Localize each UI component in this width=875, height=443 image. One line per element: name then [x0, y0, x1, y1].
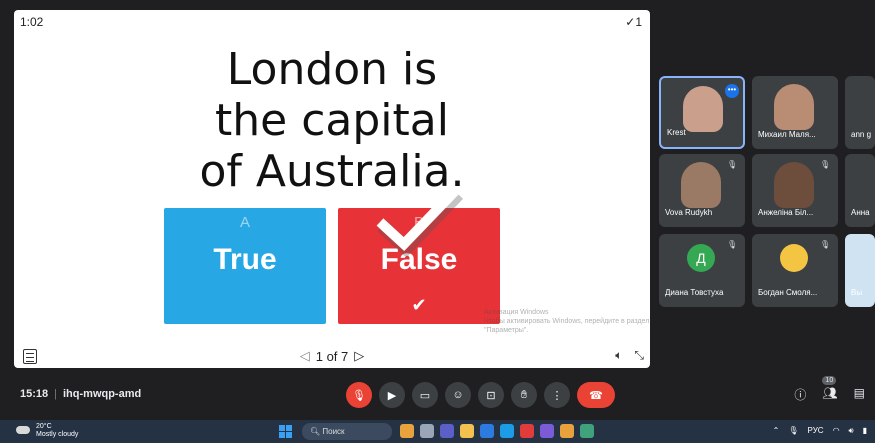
mic-off-icon: 🎙︎	[820, 240, 831, 249]
emoji-button[interactable]: ☺	[445, 382, 471, 408]
file-explorer-icon[interactable]	[460, 424, 474, 438]
meeting-info: 15:18 | ihq-mwqp-amd	[20, 388, 142, 400]
avatar	[780, 244, 808, 272]
start-button[interactable]	[279, 425, 292, 438]
participant-tile[interactable]: ann g	[845, 76, 875, 149]
question-line: London is	[226, 44, 438, 95]
participant-name: Михаил Маля...	[758, 130, 816, 139]
question-text: London is the capital of Australia.	[94, 44, 570, 197]
participant-name: ann g	[851, 130, 872, 139]
opera-browser-icon[interactable]	[520, 424, 534, 438]
participant-tile[interactable]: 🎙︎ Анжеліна Біл...	[752, 154, 838, 227]
edge-browser-icon[interactable]	[500, 424, 514, 438]
viber-app-icon[interactable]	[540, 424, 554, 438]
meeting-side-controls: ⓘ 👥︎ 10 ▤	[794, 376, 865, 403]
participant-tile[interactable]: Михаил Маля...	[752, 76, 838, 149]
participant-name: Vova Rudykh	[665, 208, 713, 217]
previous-slide-icon[interactable]: ◁	[300, 348, 310, 364]
big-checkmark-icon	[376, 186, 464, 256]
question-line: the capital	[215, 95, 449, 146]
taskbar-search[interactable]: 🔍︎ Поиск	[302, 423, 392, 440]
weather-description: Mostly cloudy	[36, 431, 79, 438]
present-button[interactable]: ⊡	[478, 382, 504, 408]
answer-text: True	[213, 243, 277, 276]
people-icon[interactable]: 👥︎ 10	[822, 376, 838, 403]
system-tray: ⌃ 🎙︎ РУС ◠ 🔊︎ ▮	[773, 426, 867, 436]
wifi-icon[interactable]: ◠	[833, 426, 840, 436]
question-line: of Australia.	[199, 146, 465, 197]
volume-icon[interactable]: 🔈︎	[615, 348, 622, 363]
watermark-text: Чтобы активировать Windows, перейдите в …	[484, 318, 650, 334]
quiz-timer: 1:02	[20, 15, 44, 29]
watermark-title: Активация Windows	[484, 309, 549, 316]
store-app-icon[interactable]	[480, 424, 494, 438]
participant-name: Вы	[851, 288, 863, 297]
windows-activation-watermark: Активация Windows Чтобы активировать Win…	[484, 308, 650, 335]
answer-letter: A	[239, 214, 250, 231]
presentation-panel: 1:02 ✓1 London is the capital of Austral…	[14, 10, 650, 368]
participant-tile[interactable]: 🎙︎ Богдан Смоля...	[752, 234, 838, 307]
battery-icon[interactable]: ▮	[863, 426, 867, 436]
exit-fullscreen-icon[interactable]: ⤡	[634, 348, 644, 363]
page-indicator: 1 of 7	[315, 348, 349, 364]
participant-tile[interactable]: Вы	[845, 234, 875, 307]
answer-a-button[interactable]: A True	[164, 208, 326, 324]
participant-video	[774, 162, 814, 208]
chrome-browser-icon[interactable]	[560, 424, 574, 438]
call-controls: 🎙︎ ▶ ▭ ☺ ⊡ ✋︎ ⋮ ☎︎	[346, 382, 615, 408]
participant-name: Диана Товстуха	[665, 288, 724, 297]
participant-name: Богдан Смоля...	[758, 288, 818, 297]
teams-app-icon[interactable]	[440, 424, 454, 438]
next-slide-icon[interactable]: ▷	[354, 348, 364, 364]
people-count-badge: 10	[822, 376, 837, 385]
more-options-button[interactable]: ⋮	[544, 382, 570, 408]
camera-toggle-button[interactable]: ▶	[379, 382, 405, 408]
cloud-icon	[16, 426, 30, 434]
info-icon[interactable]: ⓘ	[794, 386, 806, 403]
participant-video	[683, 86, 723, 132]
volume-tray-icon[interactable]: 🔊︎	[849, 426, 854, 436]
leave-call-button[interactable]: ☎︎	[577, 382, 615, 408]
microphone-tray-icon[interactable]: 🎙︎	[788, 426, 798, 436]
stage-toolbar: 🔈︎ ⤡	[615, 348, 644, 363]
search-label: Поиск	[322, 427, 345, 436]
participant-tile[interactable]: Д 🎙︎ Диана Товстуха	[659, 234, 745, 307]
pinned-apps	[400, 424, 594, 438]
participant-name: Krest	[667, 128, 686, 137]
captions-button[interactable]: ▭	[412, 382, 438, 408]
participant-name: Анна	[851, 208, 870, 217]
more-options-icon[interactable]: •••	[725, 84, 739, 98]
task-view-icon[interactable]	[420, 424, 434, 438]
participant-video	[774, 84, 814, 130]
participant-name: Анжеліна Біл...	[758, 208, 814, 217]
participant-tile[interactable]: 🎙︎ Vova Rudykh	[659, 154, 745, 227]
slide-navigation: ◁ 1 of 7 ▷	[14, 344, 650, 368]
correct-check-icon: ✔	[411, 295, 427, 315]
mic-off-icon: 🎙︎	[727, 160, 738, 169]
meeting-controls-bar: 15:18 | ihq-mwqp-amd 🎙︎ ▶ ▭ ☺ ⊡ ✋︎ ⋮ ☎︎ ⓘ …	[0, 376, 875, 416]
mic-toggle-button[interactable]: 🎙︎	[346, 382, 372, 408]
chat-icon[interactable]: ▤	[854, 386, 865, 403]
participant-video	[681, 162, 721, 208]
meeting-time: 15:18	[20, 388, 49, 400]
temperature: 20°C	[36, 423, 52, 430]
weather-widget[interactable]: 20°C Mostly cloudy	[16, 423, 79, 439]
show-hidden-icons-icon[interactable]: ⌃	[773, 426, 780, 436]
windows-taskbar: 20°C Mostly cloudy 🔍︎ Поиск ⌃ 🎙︎ РУС ◠ 🔊…	[0, 420, 875, 443]
mic-off-icon: 🎙︎	[727, 240, 738, 249]
avatar: Д	[687, 244, 715, 272]
app-icon[interactable]	[580, 424, 594, 438]
meeting-code: ihq-mwqp-amd	[63, 388, 142, 400]
mic-off-icon: 🎙︎	[820, 160, 831, 169]
language-indicator[interactable]: РУС	[808, 426, 824, 436]
participant-tile[interactable]: Анна	[845, 154, 875, 227]
raise-hand-button[interactable]: ✋︎	[511, 382, 537, 408]
widgets-app-icon[interactable]	[400, 424, 414, 438]
participant-tile[interactable]: ••• Krest	[659, 76, 745, 149]
answered-count: ✓1	[625, 15, 642, 29]
